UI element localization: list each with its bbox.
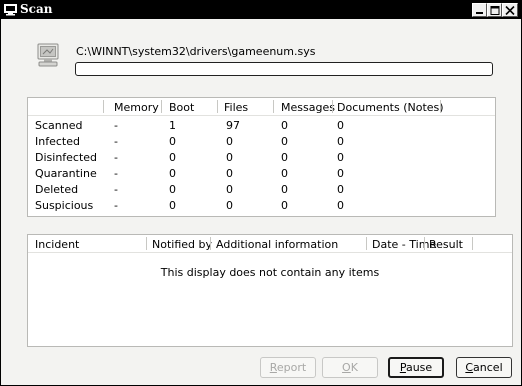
column-separator[interactable]	[217, 100, 218, 113]
documents-value: 0	[337, 167, 344, 180]
row-label: Suspicious	[35, 199, 94, 212]
memory-value: -	[114, 167, 118, 180]
column-separator[interactable]	[146, 237, 147, 250]
row-label: Scanned	[35, 119, 83, 132]
cancel-label: ancel	[473, 361, 503, 374]
column-separator[interactable]	[273, 100, 274, 113]
messages-value: 0	[281, 151, 288, 164]
files-value: 0	[226, 167, 233, 180]
memory-value: -	[114, 199, 118, 212]
column-separator[interactable]	[161, 100, 162, 113]
boot-value: 1	[169, 119, 176, 132]
column-separator[interactable]	[103, 100, 104, 113]
scan-progress-bar	[75, 62, 493, 76]
documents-value: 0	[337, 199, 344, 212]
title-bar[interactable]: Scan	[1, 1, 521, 19]
report-accelerator: R	[269, 361, 277, 374]
column-separator[interactable]	[366, 237, 367, 250]
stats-row-deleted: Deleted - 0 0 0 0	[28, 183, 495, 198]
documents-value: 0	[337, 151, 344, 164]
memory-value: -	[114, 135, 118, 148]
column-header-additional-information[interactable]: Additional information	[216, 238, 338, 251]
boot-value: 0	[169, 167, 176, 180]
scan-app-icon	[4, 4, 17, 16]
maximize-icon	[490, 6, 500, 15]
column-header-files[interactable]: Files	[224, 101, 248, 114]
messages-value: 0	[281, 167, 288, 180]
report-button[interactable]: Report	[260, 357, 316, 378]
boot-value: 0	[169, 151, 176, 164]
scan-window: Scan C:\WINNT\system32\drivers\gameenum.…	[0, 0, 522, 386]
close-button[interactable]	[502, 3, 518, 17]
messages-value: 0	[281, 135, 288, 148]
messages-value: 0	[281, 183, 288, 196]
row-label: Deleted	[35, 183, 79, 196]
column-separator[interactable]	[472, 237, 473, 250]
row-label: Infected	[35, 135, 80, 148]
column-separator[interactable]	[424, 237, 425, 250]
minimize-icon	[476, 12, 483, 14]
files-value: 0	[226, 183, 233, 196]
window-title: Scan	[20, 2, 53, 16]
current-file-path: C:\WINNT\system32\drivers\gameenum.sys	[76, 45, 316, 58]
cancel-button[interactable]: Cancel	[456, 357, 512, 378]
documents-value: 0	[337, 119, 344, 132]
memory-value: -	[114, 119, 118, 132]
pause-label: ause	[405, 361, 433, 374]
ok-button[interactable]: OK	[322, 357, 378, 378]
scan-statistics-table: Memory Boot Files Messages Documents (No…	[27, 97, 496, 217]
files-value: 97	[226, 119, 240, 132]
files-value: 0	[226, 135, 233, 148]
row-label: Disinfected	[35, 151, 98, 164]
messages-value: 0	[281, 119, 288, 132]
documents-value: 0	[337, 183, 344, 196]
cancel-accelerator: C	[465, 361, 474, 374]
statistics-header: Memory Boot Files Messages Documents (No…	[28, 98, 495, 116]
stats-row-suspicious: Suspicious - 0 0 0 0	[28, 199, 495, 214]
pause-button[interactable]: Pause	[388, 357, 444, 378]
minimize-button[interactable]	[472, 3, 487, 17]
stats-row-disinfected: Disinfected - 0 0 0 0	[28, 151, 495, 166]
computer-scan-icon	[37, 43, 59, 67]
incidents-header: Incident Notified by Additional informat…	[28, 235, 512, 253]
messages-value: 0	[281, 199, 288, 212]
column-header-notified-by[interactable]: Notified by	[152, 238, 212, 251]
ok-accelerator: O	[342, 361, 351, 374]
column-separator[interactable]	[440, 100, 441, 113]
stats-row-scanned: Scanned - 1 97 0 0	[28, 119, 495, 134]
incidents-list[interactable]: Incident Notified by Additional informat…	[27, 234, 513, 347]
column-separator[interactable]	[210, 237, 211, 250]
close-icon	[505, 6, 515, 15]
boot-value: 0	[169, 135, 176, 148]
memory-value: -	[114, 151, 118, 164]
files-value: 0	[226, 151, 233, 164]
row-label: Quarantine	[35, 167, 97, 180]
column-separator[interactable]	[332, 100, 333, 113]
column-header-documents[interactable]: Documents (Notes)	[337, 101, 444, 114]
boot-value: 0	[169, 199, 176, 212]
boot-value: 0	[169, 183, 176, 196]
maximize-button[interactable]	[487, 3, 502, 17]
memory-value: -	[114, 183, 118, 196]
column-header-result[interactable]: Result	[429, 238, 463, 251]
stats-row-infected: Infected - 0 0 0 0	[28, 135, 495, 150]
column-header-memory[interactable]: Memory	[114, 101, 159, 114]
column-header-date-time[interactable]: Date - Time	[372, 238, 436, 251]
stats-row-quarantine: Quarantine - 0 0 0 0	[28, 167, 495, 182]
column-header-messages[interactable]: Messages	[281, 101, 335, 114]
ok-label: K	[350, 361, 358, 374]
files-value: 0	[226, 199, 233, 212]
column-header-incident[interactable]: Incident	[35, 238, 79, 251]
documents-value: 0	[337, 135, 344, 148]
report-label: eport	[276, 361, 307, 374]
column-header-boot[interactable]: Boot	[169, 101, 194, 114]
empty-list-message: This display does not contain any items	[160, 266, 380, 279]
